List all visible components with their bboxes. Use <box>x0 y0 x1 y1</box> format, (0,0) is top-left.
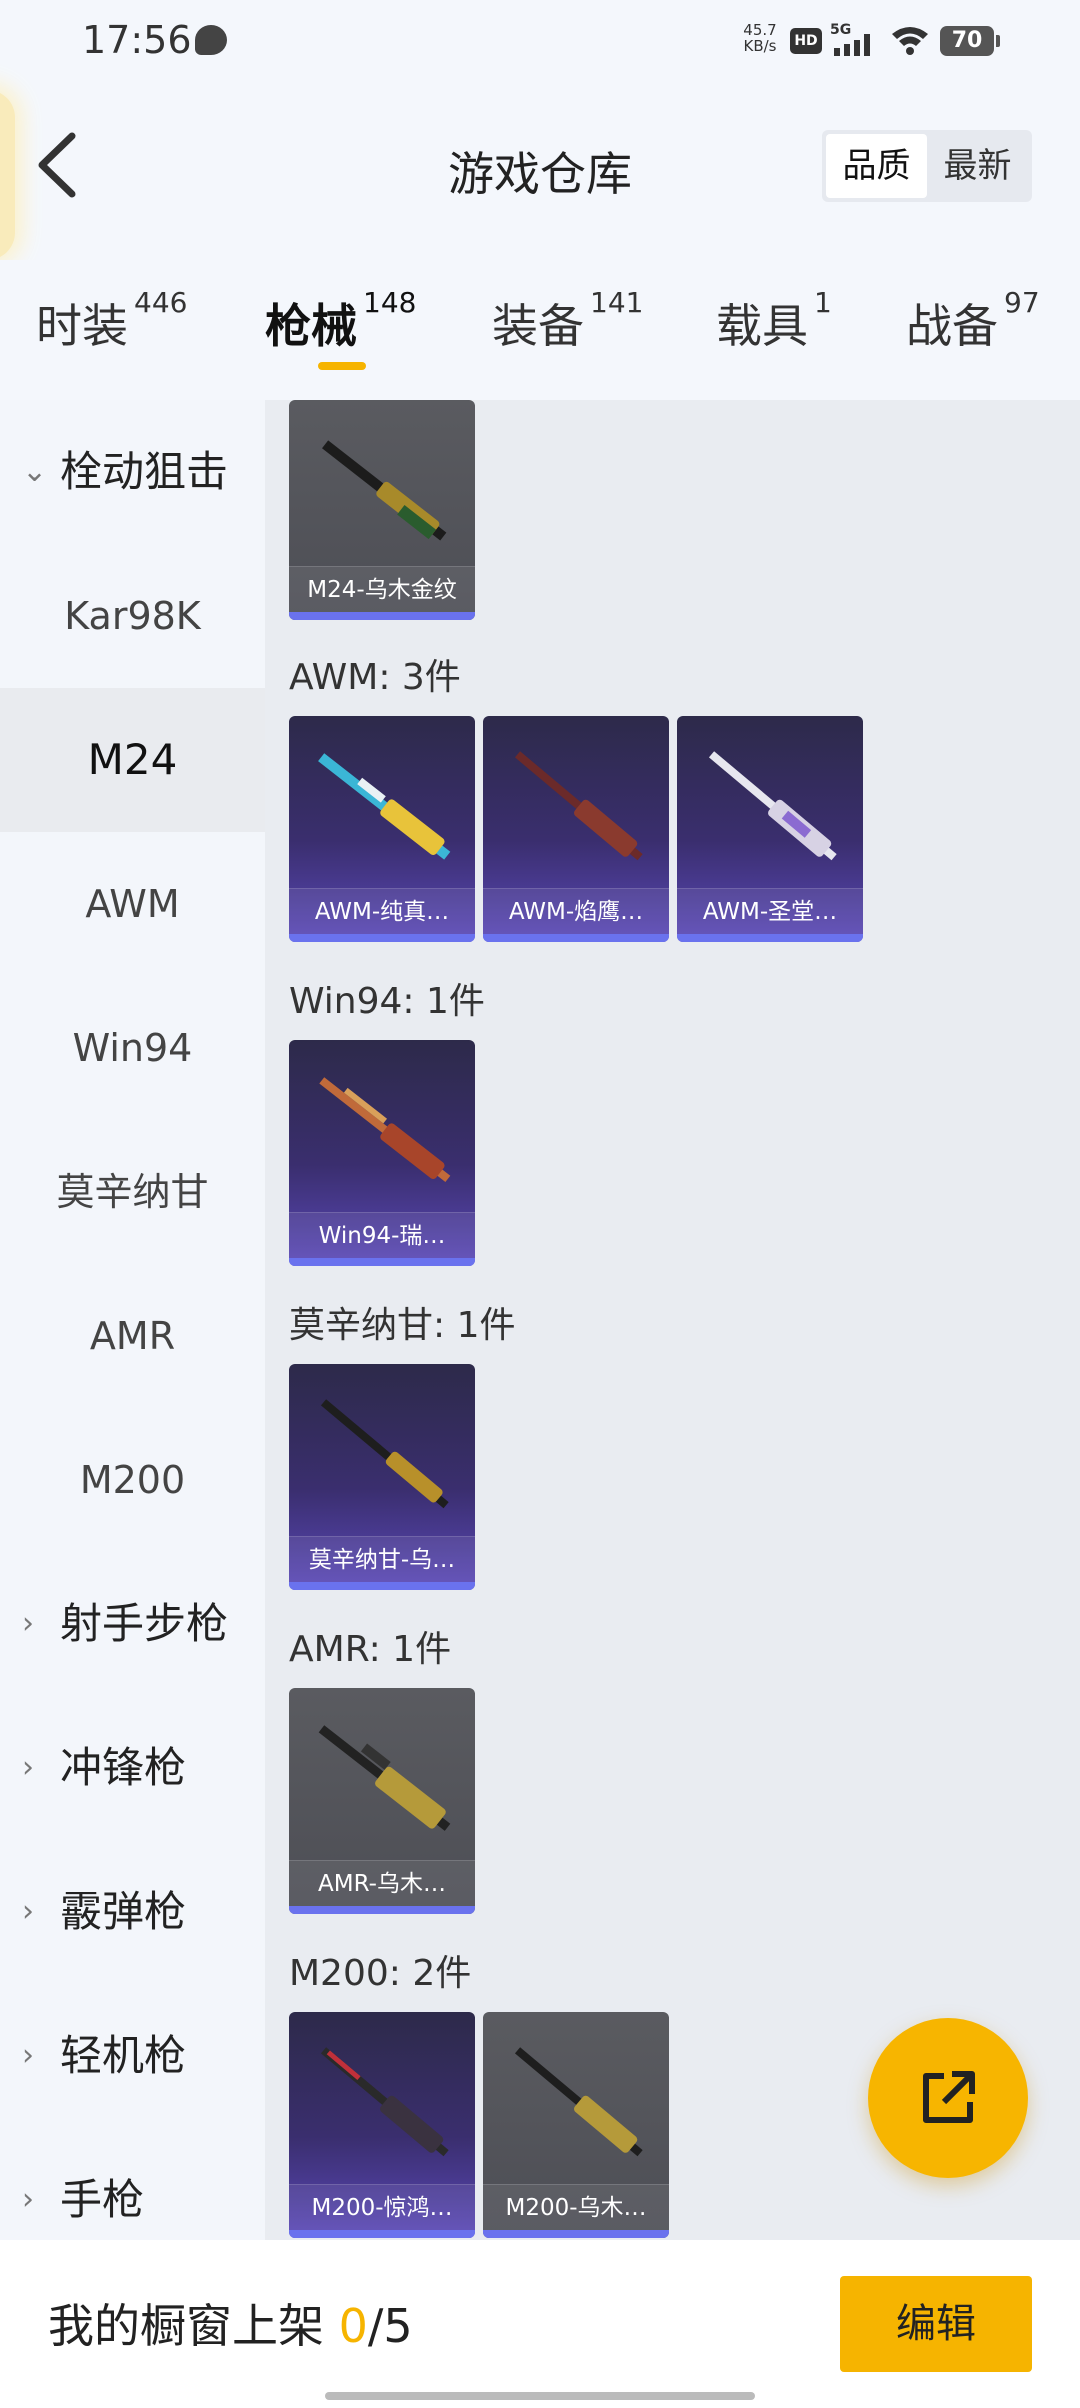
chevron-right-icon: › <box>22 1894 34 1929</box>
skin-name: M200-乌木… <box>483 2184 669 2230</box>
tab-equipment[interactable]: 装备 141 <box>492 286 643 356</box>
skin-card-awm-1[interactable]: AWM-纯真… <box>289 716 475 942</box>
chevron-down-icon: ⌄ <box>22 454 48 489</box>
skin-card-m200-2[interactable]: M200-乌木… <box>483 2012 669 2238</box>
sidebar-item-mosin[interactable]: 莫辛纳甘 <box>0 1120 265 1264</box>
sidebar-item-awm[interactable]: AWM <box>0 832 265 976</box>
skin-name: Win94-瑞… <box>289 1212 475 1258</box>
rifle-icon <box>708 751 837 861</box>
home-indicator[interactable] <box>325 2392 755 2400</box>
rarity-bar <box>289 1906 475 1914</box>
sidebar-group-lmg[interactable]: › 轻机枪 <box>0 1984 265 2128</box>
rifle-icon <box>319 1077 451 1183</box>
skin-card-amr[interactable]: AMR-乌木… <box>289 1688 475 1914</box>
rarity-bar <box>483 2230 669 2238</box>
skin-name: AWM-焰鹰… <box>483 888 669 934</box>
skin-card-m200-1[interactable]: M200-惊鸿… <box>289 2012 475 2238</box>
sort-toggle: 品质 最新 <box>822 130 1032 202</box>
skin-name: AMR-乌木… <box>289 1860 475 1906</box>
skin-name: AWM-圣堂… <box>677 888 863 934</box>
external-link-icon <box>923 2071 975 2123</box>
header: 游戏仓库 品质 最新 <box>0 80 1080 260</box>
skin-name: M200-惊鸿… <box>289 2184 475 2230</box>
hd-icon: HD <box>790 28 822 54</box>
wifi-icon <box>892 27 928 55</box>
battery-icon: 70 <box>940 26 1000 56</box>
tab-supplies[interactable]: 战备 97 <box>906 286 1040 356</box>
showcase-bar: 我的橱窗上架 0/5 编辑 <box>0 2240 1080 2408</box>
rarity-bar <box>289 1258 475 1266</box>
skin-card-mosin[interactable]: 莫辛纳甘-乌… <box>289 1364 475 1590</box>
rifle-icon <box>514 751 643 861</box>
rarity-bar <box>289 1582 475 1590</box>
svg-text:5G: 5G <box>830 22 851 38</box>
rifle-icon <box>318 1725 451 1831</box>
sidebar-item-kar98k[interactable]: Kar98K <box>0 544 265 688</box>
tab-guns[interactable]: 枪械 148 <box>265 286 416 356</box>
rarity-bar <box>289 612 475 620</box>
edit-button[interactable]: 编辑 <box>840 2276 1032 2372</box>
skin-card-awm-3[interactable]: AWM-圣堂… <box>677 716 863 942</box>
section-label-win94: Win94: 1件 <box>289 981 485 1022</box>
rarity-bar <box>289 2230 475 2238</box>
skin-card-awm-2[interactable]: AWM-焰鹰… <box>483 716 669 942</box>
weapon-skin-grid: M24-乌木金纹 AWM: 3件 AWM-纯真… AWM-焰鹰… AWM-圣堂…… <box>265 400 1080 2240</box>
rarity-bar <box>677 934 863 942</box>
chevron-right-icon: › <box>22 2038 34 2073</box>
showcase-count: 我的橱窗上架 0/5 <box>48 2299 413 2353</box>
tab-vehicles[interactable]: 载具 1 <box>716 286 832 356</box>
rifle-icon <box>320 2047 449 2157</box>
rifle-icon <box>322 440 447 541</box>
skin-card-m24[interactable]: M24-乌木金纹 <box>289 400 475 620</box>
active-tab-indicator <box>318 362 366 370</box>
chevron-right-icon: › <box>22 1750 34 1785</box>
skin-name: M24-乌木金纹 <box>289 566 475 612</box>
sidebar-item-m200[interactable]: M200 <box>0 1408 265 1552</box>
section-label-mosin: 莫辛纳甘: 1件 <box>289 1305 516 1346</box>
sidebar-group-shotgun[interactable]: › 霰弹枪 <box>0 1840 265 1984</box>
rifle-icon <box>318 753 451 860</box>
section-label-m200: M200: 2件 <box>289 1953 472 1994</box>
weapon-category-sidebar: ⌄ 栓动狙击 Kar98K M24 AWM Win94 莫辛纳甘 AMR M20… <box>0 400 265 2240</box>
tab-fashion[interactable]: 时装 446 <box>36 286 187 356</box>
rifle-icon <box>320 1399 449 1509</box>
sidebar-item-m24[interactable]: M24 <box>0 688 265 832</box>
sidebar-group-dmr[interactable]: › 射手步枪 <box>0 1552 265 1696</box>
chevron-right-icon: › <box>22 1606 34 1641</box>
network-speed: 45.7 KB/s <box>743 21 777 55</box>
rifle-icon <box>514 2047 643 2157</box>
sidebar-group-smg[interactable]: › 冲锋枪 <box>0 1696 265 1840</box>
section-label-amr: AMR: 1件 <box>289 1629 452 1670</box>
section-label-awm: AWM: 3件 <box>289 657 461 698</box>
sidebar-group-bolt-action[interactable]: ⌄ 栓动狙击 <box>0 400 265 544</box>
chat-notification-icon <box>195 25 227 55</box>
status-time: 17:56 <box>82 18 192 62</box>
rarity-bar <box>289 934 475 942</box>
sidebar-item-win94[interactable]: Win94 <box>0 976 265 1120</box>
skin-name: 莫辛纳甘-乌… <box>289 1536 475 1582</box>
skin-card-win94[interactable]: Win94-瑞… <box>289 1040 475 1266</box>
sidebar-item-amr[interactable]: AMR <box>0 1264 265 1408</box>
skin-name: AWM-纯真… <box>289 888 475 934</box>
status-bar: 17:56 45.7 KB/s HD 5G 70 <box>0 0 1080 80</box>
sort-quality-button[interactable]: 品质 <box>826 134 927 198</box>
sort-newest-button[interactable]: 最新 <box>927 134 1028 198</box>
share-fab-button[interactable] <box>868 2018 1028 2178</box>
category-tabs: 时装 446 枪械 148 装备 141 载具 1 战备 97 <box>0 260 1080 400</box>
cellular-signal-icon: 5G <box>830 22 870 56</box>
rarity-bar <box>483 934 669 942</box>
